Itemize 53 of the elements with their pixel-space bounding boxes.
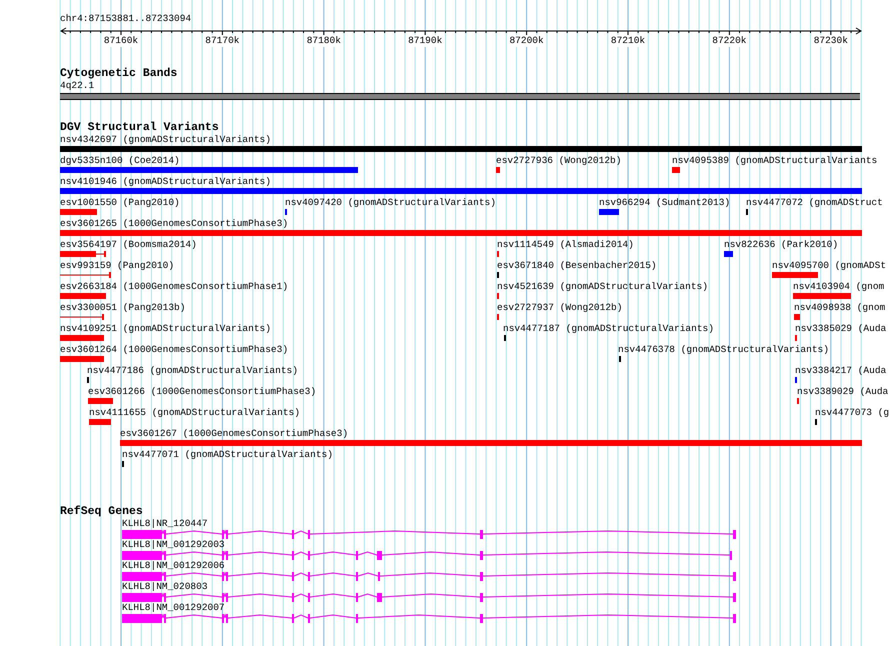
variant-label: nsv4095700 (gnomADSt xyxy=(772,260,886,271)
ruler-position-label: chr4:87153881..87233094 xyxy=(60,13,192,25)
variant-label: nsv3389029 (Auda xyxy=(797,386,888,397)
variant-label: nsv966294 (Sudmant2013) xyxy=(599,197,730,208)
track-title: DGV Structural Variants xyxy=(60,121,219,134)
variant-label: nsv4477071 (gnomADStructuralVariants) xyxy=(122,449,333,460)
ruler-tick-label: 87230k xyxy=(814,35,848,47)
variant-label: esv3671840 (Besenbacher2015) xyxy=(497,260,657,271)
variant-label: nsv822636 (Park2010) xyxy=(724,239,838,250)
variant-label: dgv5335n100 (Coe2014) xyxy=(60,155,180,166)
variant-label: esv3564197 (Boomsma2014) xyxy=(60,239,197,250)
track-title: Cytogenetic Bands xyxy=(60,67,178,80)
ruler-tick-label: 87200k xyxy=(509,35,544,47)
variant-label: nsv4098938 (gnom xyxy=(794,302,886,313)
variant-label: nsv4477187 (gnomADStructuralVariants) xyxy=(503,323,714,334)
gene-label: KLHL8|NM_001292006 xyxy=(122,560,225,571)
variant-label: nsv4101946 (gnomADStructuralVariants) xyxy=(60,176,271,187)
variant-label: nsv4103904 (gnom xyxy=(793,281,884,292)
variant-label: nsv3384217 (Auda xyxy=(795,365,886,376)
variant-label: nsv4109251 (gnomADStructuralVariants) xyxy=(60,323,271,334)
gene-label: KLHL8|NM_001292003 xyxy=(122,539,225,550)
variant-label: esv3601265 (1000GenomesConsortiumPhase3) xyxy=(60,218,288,229)
gene-label: KLHL8|NM_020803 xyxy=(122,581,208,592)
variant-label: esv2663184 (1000GenomesConsortiumPhase1) xyxy=(60,281,288,292)
ruler-tick-label: 87210k xyxy=(610,35,646,47)
variant-label: esv3601264 (1000GenomesConsortiumPhase3) xyxy=(60,344,288,355)
variant-label: esv1001550 (Pang2010) xyxy=(60,197,180,208)
variant-label: esv3300051 (Pang2013b) xyxy=(60,302,186,313)
variant-label: nsv4342697 (gnomADStructuralVariants) xyxy=(60,134,271,145)
variant-label: nsv4097420 (gnomADStructuralVariants) xyxy=(285,197,496,208)
variant-label: nsv3385029 (Auda xyxy=(795,323,886,334)
gene-label: KLHL8|NM_001292007 xyxy=(122,602,225,613)
variant-label: esv3601266 (1000GenomesConsortiumPhase3) xyxy=(88,386,316,397)
ruler-tick-label: 87160k xyxy=(104,35,138,47)
ruler-tick-label: 87190k xyxy=(408,35,442,47)
variant-label: esv2727937 (Wong2012b) xyxy=(497,302,622,313)
variant-label: nsv4476378 (gnomADStructuralVariants) xyxy=(618,344,829,355)
variant-label: nsv4477073 (g xyxy=(815,407,890,418)
band-label: 4q22.1 xyxy=(60,80,94,91)
variant-label: esv3601267 (1000GenomesConsortiumPhase3) xyxy=(120,428,348,439)
variant-label: esv2727936 (Wong2012b) xyxy=(496,155,622,166)
variant-label: nsv4111655 (gnomADStructuralVariants) xyxy=(89,407,300,418)
variant-label: nsv4095389 (gnomADStructuralVariants xyxy=(672,155,878,166)
gene-label: KLHL8|NR_120447 xyxy=(122,518,208,529)
ruler-tick-label: 87170k xyxy=(205,35,240,47)
variant-label: nsv4521639 (gnomADStructuralVariants) xyxy=(497,281,708,292)
variant-label: esv993159 (Pang2010) xyxy=(60,260,174,271)
ruler-tick-label: 87220k xyxy=(712,35,746,47)
variant-label: nsv4477186 (gnomADStructuralVariants) xyxy=(87,365,298,376)
variant-label: nsv1114549 (Alsmadi2014) xyxy=(497,239,634,250)
track-title: RefSeq Genes xyxy=(60,505,143,518)
variant-label: nsv4477072 (gnomADStruct xyxy=(746,197,883,208)
ruler-tick-label: 87180k xyxy=(306,35,341,47)
